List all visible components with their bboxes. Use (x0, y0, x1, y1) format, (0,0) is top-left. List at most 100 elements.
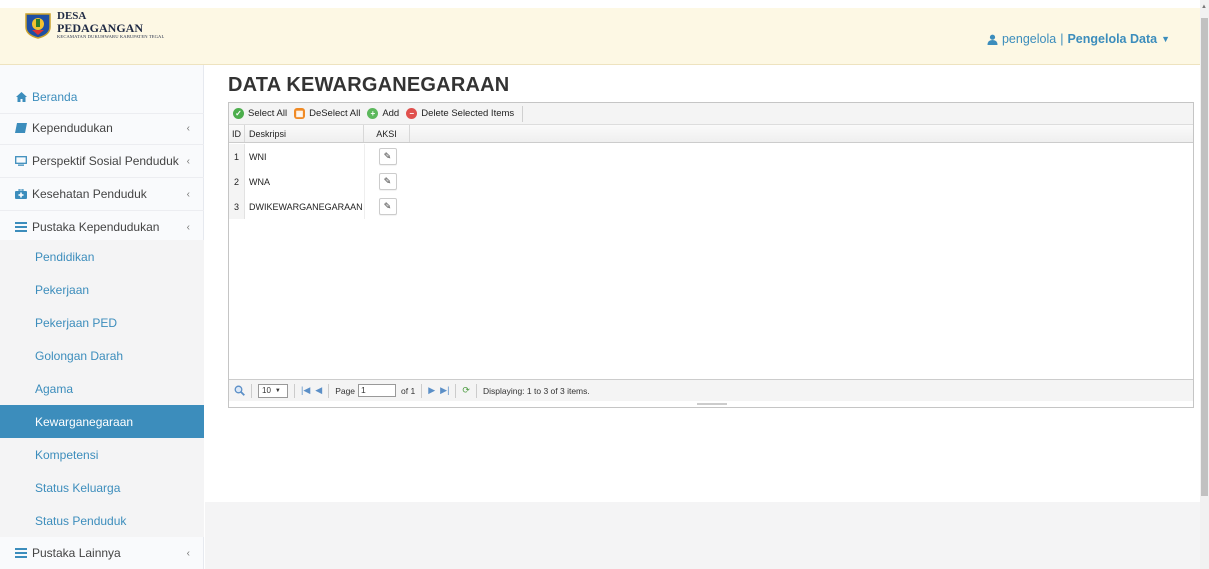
sidebar-subitem-golongan-darah[interactable]: Golongan Darah (0, 339, 204, 372)
prev-page-icon[interactable]: ◀ (315, 385, 322, 396)
displaying-info: Displaying: 1 to 3 of 3 items. (482, 385, 590, 396)
sidebar-item-label: Pustaka Lainnya (32, 546, 121, 560)
sidebar-item-label: Beranda (32, 90, 78, 104)
select-all-button[interactable]: ✓ Select All (233, 108, 287, 119)
toolbar-divider (522, 105, 524, 122)
add-icon: + (367, 108, 379, 119)
column-header-deskripsi[interactable]: Deskripsi (245, 125, 364, 142)
sidebar-subitem-pekerjaan-ped[interactable]: Pekerjaan PED (0, 306, 204, 339)
sidebar-subitem-status-keluarga[interactable]: Status Keluarga (0, 471, 204, 504)
table-row[interactable]: 1 WNI ✎ (229, 144, 410, 169)
page-number-input[interactable]: 1 (358, 384, 397, 397)
sidebar-subitem-kompetensi[interactable]: Kompetensi (0, 438, 204, 471)
sidebar-item-label: Kesehatan Penduduk (32, 187, 147, 201)
site-logo[interactable]: DESA PEDAGANGAN KECAMATAN DUKUHWARU KABU… (22, 11, 164, 40)
row-deskripsi: DWIKEWARGANEGARAAN (249, 201, 363, 212)
pagination-bar: 10 ▼ |◀ ◀ Page 1 of 1 ▶ ▶| ⟳ Displaying:… (229, 379, 1193, 401)
sidebar-item-label: Pustaka Kependudukan (32, 220, 160, 234)
pager-divider (421, 383, 423, 398)
sidebar-subitem-kewarganegaraan[interactable]: Kewarganegaraan (0, 405, 204, 438)
chevron-left-icon: ‹ (186, 221, 190, 233)
row-actions: ✎ (364, 169, 410, 194)
edit-button[interactable]: ✎ (378, 198, 397, 215)
username: pengelola (1001, 32, 1057, 46)
scrollbar-thumb[interactable] (1201, 18, 1208, 496)
page-scrollbar[interactable]: ▲ (1200, 0, 1209, 569)
page-label: Page (335, 385, 356, 396)
table-row[interactable]: 2 WNA ✎ (229, 169, 410, 194)
pager-divider (294, 383, 295, 398)
grid-toolbar: ✓ Select All ▦ DeSelect All + Add − Dele… (229, 103, 1193, 125)
list-icon (14, 222, 28, 232)
logo-line-2: PEDAGANGAN (57, 21, 143, 35)
pager-divider (455, 383, 457, 398)
delete-selected-button[interactable]: − Delete Selected Items (406, 108, 514, 119)
row-id: 3 (229, 194, 245, 219)
sidebar-subitem-status-penduduk[interactable]: Status Penduduk (0, 504, 204, 537)
deselect-icon: ▦ (294, 108, 306, 119)
sidebar-subitem-agama[interactable]: Agama (0, 372, 204, 405)
sidebar: Beranda Kependudukan ‹ Perspektif Sosial… (0, 65, 204, 569)
user-icon (987, 34, 998, 45)
pager-divider (251, 383, 252, 398)
sidebar-item-pustaka-lainnya[interactable]: Pustaka Lainnya ‹ (0, 537, 204, 569)
pencil-icon: ✎ (383, 151, 392, 161)
regency-emblem-icon (25, 13, 51, 39)
last-page-icon[interactable]: ▶| (440, 385, 449, 396)
list-icon (14, 548, 28, 558)
sidebar-item-label: Kependudukan (32, 121, 113, 135)
sidebar-subitem-pekerjaan[interactable]: Pekerjaan (0, 273, 204, 306)
logo-line-3: KECAMATAN DUKUHWARU KABUPATEN TEGAL (57, 34, 165, 39)
main-content: DATA KEWARGANEGARAAN ✓ Select All ▦ DeSe… (205, 65, 1200, 502)
chevron-down-icon: ▼ (274, 387, 281, 394)
top-navbar: DESA PEDAGANGAN KECAMATAN DUKUHWARU KABU… (0, 0, 1200, 65)
edit-button[interactable]: ✎ (378, 148, 397, 165)
data-grid: ✓ Select All ▦ DeSelect All + Add − Dele… (228, 102, 1194, 408)
chevron-left-icon: ‹ (186, 547, 190, 559)
sidebar-item-kependudukan[interactable]: Kependudukan ‹ (0, 112, 204, 145)
page-size-select[interactable]: 10 ▼ (258, 383, 288, 398)
row-id: 2 (229, 169, 245, 194)
first-page-icon[interactable]: |◀ (301, 385, 310, 396)
add-button[interactable]: + Add (367, 108, 399, 119)
pencil-icon: ✎ (383, 176, 392, 186)
pager-divider (328, 383, 330, 398)
row-id: 1 (229, 144, 245, 169)
edit-button[interactable]: ✎ (378, 173, 397, 190)
pager-divider (475, 383, 477, 398)
user-separator: | (1060, 32, 1064, 46)
column-header-id[interactable]: ID (229, 125, 245, 142)
scroll-up-icon[interactable]: ▲ (1201, 4, 1207, 10)
table-row[interactable]: 3 DWIKEWARGANEGARAAN ✎ (229, 194, 410, 219)
remove-icon: − (406, 108, 418, 119)
page-title: DATA KEWARGANEGARAAN (228, 74, 510, 96)
row-deskripsi: WNA (249, 176, 270, 187)
user-menu-dropdown[interactable]: pengelola | Pengelola Data ▼ (987, 32, 1170, 46)
row-actions: ✎ (364, 194, 410, 219)
sidebar-item-beranda[interactable]: Beranda (0, 81, 204, 114)
search-icon[interactable] (234, 385, 245, 396)
user-role: Pengelola Data (1067, 32, 1158, 46)
grid-resize-handle[interactable] (697, 403, 727, 405)
pencil-icon: ✎ (383, 201, 392, 211)
home-icon (14, 92, 28, 102)
row-actions: ✎ (364, 144, 410, 169)
next-page-icon[interactable]: ▶ (428, 385, 435, 396)
caret-down-icon: ▼ (1161, 34, 1170, 44)
content-footer-area (205, 502, 1200, 569)
monitor-icon (14, 156, 28, 166)
sidebar-item-kesehatan[interactable]: Kesehatan Penduduk ‹ (0, 178, 204, 211)
row-deskripsi: WNI (249, 151, 267, 162)
refresh-icon[interactable]: ⟳ (462, 385, 470, 396)
chevron-left-icon: ‹ (186, 122, 190, 134)
chevron-left-icon: ‹ (186, 155, 190, 167)
chevron-left-icon: ‹ (186, 188, 190, 200)
sidebar-subitem-pendidikan[interactable]: Pendidikan (0, 240, 204, 273)
table-header: ID Deskripsi AKSI (229, 125, 1193, 143)
book-icon (14, 123, 28, 133)
check-circle-icon: ✓ (233, 108, 244, 119)
sidebar-item-perspektif-sosial[interactable]: Perspektif Sosial Penduduk ‹ (0, 145, 204, 178)
page-of-label: of 1 (401, 385, 416, 396)
deselect-all-button[interactable]: ▦ DeSelect All (294, 108, 360, 119)
sidebar-item-label: Perspektif Sosial Penduduk (32, 154, 179, 168)
